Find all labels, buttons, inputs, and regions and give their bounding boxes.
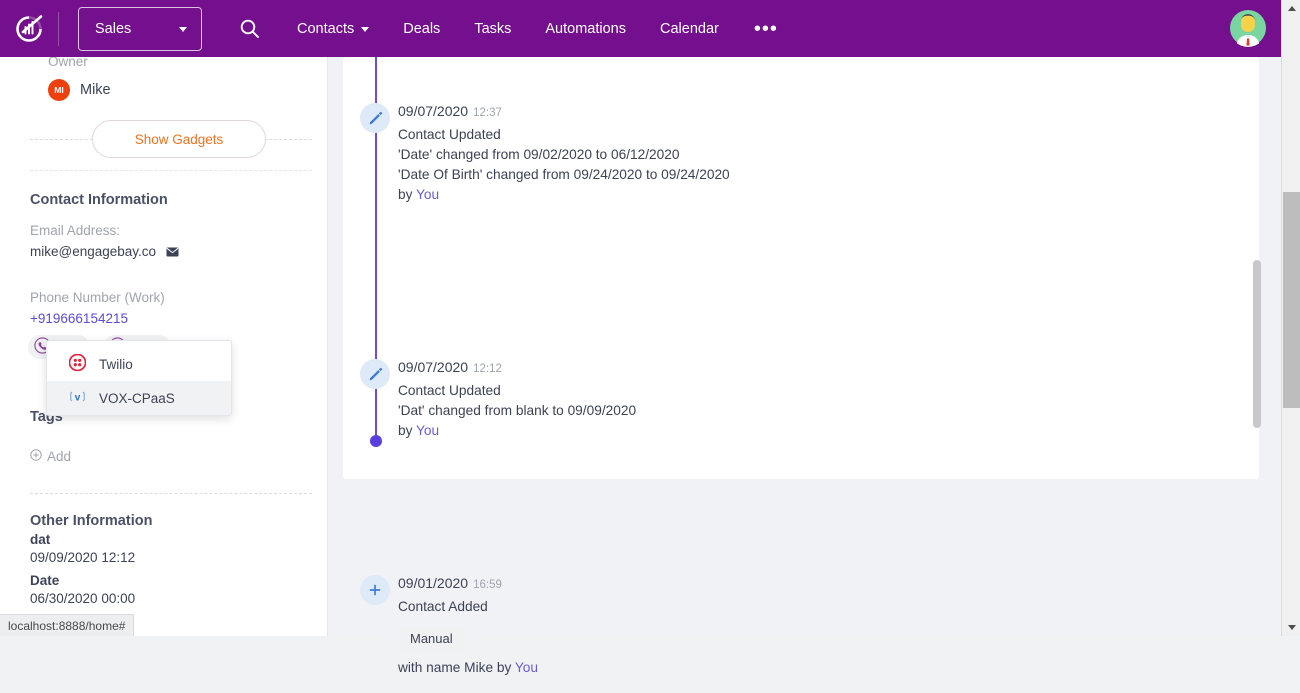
add-tag-button[interactable]: Add bbox=[30, 449, 71, 464]
timeline-entry-body: 09/01/2020 16:59 Contact Added Manual wit… bbox=[398, 575, 538, 678]
status-badge: Manual bbox=[398, 627, 465, 650]
timeline-entry-actor-row: by You bbox=[398, 185, 730, 205]
nav-link-automations-label: Automations bbox=[545, 21, 626, 37]
workspace-selector-label: Sales bbox=[95, 21, 131, 37]
engagebay-logo-icon bbox=[12, 12, 46, 46]
avatar[interactable] bbox=[1229, 9, 1267, 47]
timeline-entry-body: 09/07/2020 12:12 Contact Updated 'Dat' ch… bbox=[398, 359, 636, 441]
nav-link-deals[interactable]: Deals bbox=[386, 0, 457, 57]
owner-name: Mike bbox=[80, 82, 111, 98]
nav-link-calendar-label: Calendar bbox=[660, 21, 719, 37]
contact-details-panel: Owner MI Mike Show Gadgets Contact Infor… bbox=[0, 57, 328, 636]
add-tag-label: Add bbox=[47, 449, 71, 464]
divider bbox=[30, 170, 312, 171]
vox-cpaas-icon: v bbox=[69, 388, 86, 408]
phone-number-label: Phone Number (Work) bbox=[30, 290, 165, 305]
page-scrollbar[interactable] bbox=[1250, 114, 1262, 693]
chevron-down-icon bbox=[179, 27, 187, 32]
timeline-entry-actor[interactable]: You bbox=[416, 423, 439, 438]
pencil-icon bbox=[360, 103, 390, 133]
chevron-down-icon bbox=[361, 27, 369, 32]
search-button[interactable] bbox=[230, 10, 268, 48]
owner-row[interactable]: MI Mike bbox=[48, 79, 111, 101]
page-scrollbar-thumb[interactable] bbox=[1253, 260, 1261, 428]
nav-link-calendar[interactable]: Calendar bbox=[643, 0, 736, 57]
timeline-entry-actor[interactable]: You bbox=[416, 187, 439, 202]
top-navigation-bar: Sales Contacts Deals Tasks Automations C… bbox=[0, 0, 1281, 57]
timeline-entry-actor[interactable]: You bbox=[515, 660, 538, 675]
other-information-title: Other Information bbox=[30, 513, 152, 529]
sms-provider-option-vox-cpaas[interactable]: v VOX-CPaaS bbox=[47, 381, 231, 415]
user-avatar-icon bbox=[1229, 9, 1267, 47]
nav-link-contacts[interactable]: Contacts bbox=[280, 0, 386, 57]
other-field-value-1: 06/30/2020 00:00 bbox=[30, 591, 135, 606]
nav-divider bbox=[58, 12, 59, 46]
nav-link-deals-label: Deals bbox=[403, 21, 440, 37]
timeline-entry-datetime: 09/07/2020 12:12 bbox=[398, 359, 636, 377]
timeline-entry-date: 09/07/2020 bbox=[398, 359, 468, 375]
timeline-entry-time: 12:37 bbox=[473, 107, 502, 119]
nav-link-tasks[interactable]: Tasks bbox=[457, 0, 528, 57]
other-field-label-0: dat bbox=[30, 532, 50, 547]
timeline-entry-actor-row: with name Mike by You bbox=[398, 658, 538, 678]
search-icon bbox=[239, 18, 260, 39]
contact-information-title: Contact Information bbox=[30, 192, 168, 208]
timeline-entry-actor-row: by You bbox=[398, 421, 636, 441]
email-address-value: mike@engagebay.co bbox=[30, 244, 156, 259]
timeline-entry-actor-prefix: by bbox=[398, 423, 416, 438]
browser-status-bar: localhost:8888/home# bbox=[0, 614, 134, 636]
timeline-entry-datetime: 09/07/2020 12:37 bbox=[398, 103, 730, 121]
engagebay-logo[interactable] bbox=[0, 0, 58, 57]
other-field-label-1: Date bbox=[30, 573, 59, 588]
timeline-entry-title: Contact Updated bbox=[398, 125, 730, 145]
timeline-entry-body: 09/07/2020 12:37 Contact Updated 'Date' c… bbox=[398, 103, 730, 205]
sms-provider-option-vox-cpaas-label: VOX-CPaaS bbox=[99, 391, 175, 406]
workspace-selector[interactable]: Sales bbox=[78, 7, 202, 51]
email-address-label: Email Address: bbox=[30, 223, 120, 238]
timeline-entry-change-line: 'Date Of Birth' changed from 09/24/2020 … bbox=[398, 165, 730, 185]
plus-icon bbox=[360, 575, 390, 605]
other-field-value-0: 09/09/2020 12:12 bbox=[30, 550, 135, 565]
browser-scrollbar[interactable] bbox=[1281, 0, 1300, 636]
sms-provider-option-twilio[interactable]: Twilio bbox=[47, 347, 231, 381]
phone-number-value[interactable]: +919666154215 bbox=[30, 311, 128, 326]
envelope-icon[interactable] bbox=[166, 244, 179, 262]
timeline-entry-date: 09/01/2020 bbox=[398, 575, 468, 591]
scroll-down-button[interactable] bbox=[1282, 619, 1300, 636]
timeline-entry-time: 16:59 bbox=[473, 579, 502, 591]
nav-link-contacts-label: Contacts bbox=[297, 21, 354, 37]
browser-scrollbar-thumb[interactable] bbox=[1283, 192, 1300, 408]
plus-circle-icon bbox=[30, 449, 42, 464]
timeline-entry-time: 12:12 bbox=[473, 363, 502, 375]
twilio-icon bbox=[69, 354, 86, 374]
timeline-entry-title: Contact Added bbox=[398, 597, 538, 617]
timeline-entry-datetime: 09/01/2020 16:59 bbox=[398, 575, 538, 593]
timeline-entry-change-line: 'Date' changed from 09/02/2020 to 06/12/… bbox=[398, 145, 730, 165]
timeline-entry-actor-prefix: with name Mike by bbox=[398, 660, 515, 675]
timeline-entry-actor-prefix: by bbox=[398, 187, 416, 202]
status-url: localhost:8888/home# bbox=[8, 619, 125, 633]
timeline-entry-title: Contact Updated bbox=[398, 381, 636, 401]
nav-link-automations[interactable]: Automations bbox=[528, 0, 643, 57]
timeline-end-dot bbox=[370, 435, 382, 447]
scroll-up-button[interactable] bbox=[1282, 0, 1300, 17]
divider bbox=[30, 493, 312, 494]
owner-initials-badge: MI bbox=[48, 79, 70, 101]
timeline-entry-tag-wrap: Manual bbox=[398, 627, 538, 650]
activity-timeline-card: 09/07/2020 12:37 Contact Updated 'Date' c… bbox=[343, 57, 1259, 479]
nav-link-tasks-label: Tasks bbox=[474, 21, 511, 37]
timeline-entry-change-line: 'Dat' changed from blank to 09/09/2020 bbox=[398, 401, 636, 421]
email-address-value-row[interactable]: mike@engagebay.co bbox=[30, 243, 179, 262]
timeline-entry-date: 09/07/2020 bbox=[398, 103, 468, 119]
chevron-down-icon bbox=[1288, 625, 1296, 630]
page-body: Owner MI Mike Show Gadgets Contact Infor… bbox=[0, 57, 1281, 636]
sms-provider-option-twilio-label: Twilio bbox=[99, 357, 133, 372]
pencil-icon bbox=[360, 359, 390, 389]
show-gadgets-button[interactable]: Show Gadgets bbox=[92, 120, 266, 158]
sms-provider-dropdown: Twilio v VOX-CPaaS bbox=[46, 340, 232, 416]
svg-text:v: v bbox=[75, 393, 81, 404]
nav-more-button[interactable]: ••• bbox=[736, 0, 796, 57]
chevron-up-icon bbox=[1288, 6, 1296, 11]
